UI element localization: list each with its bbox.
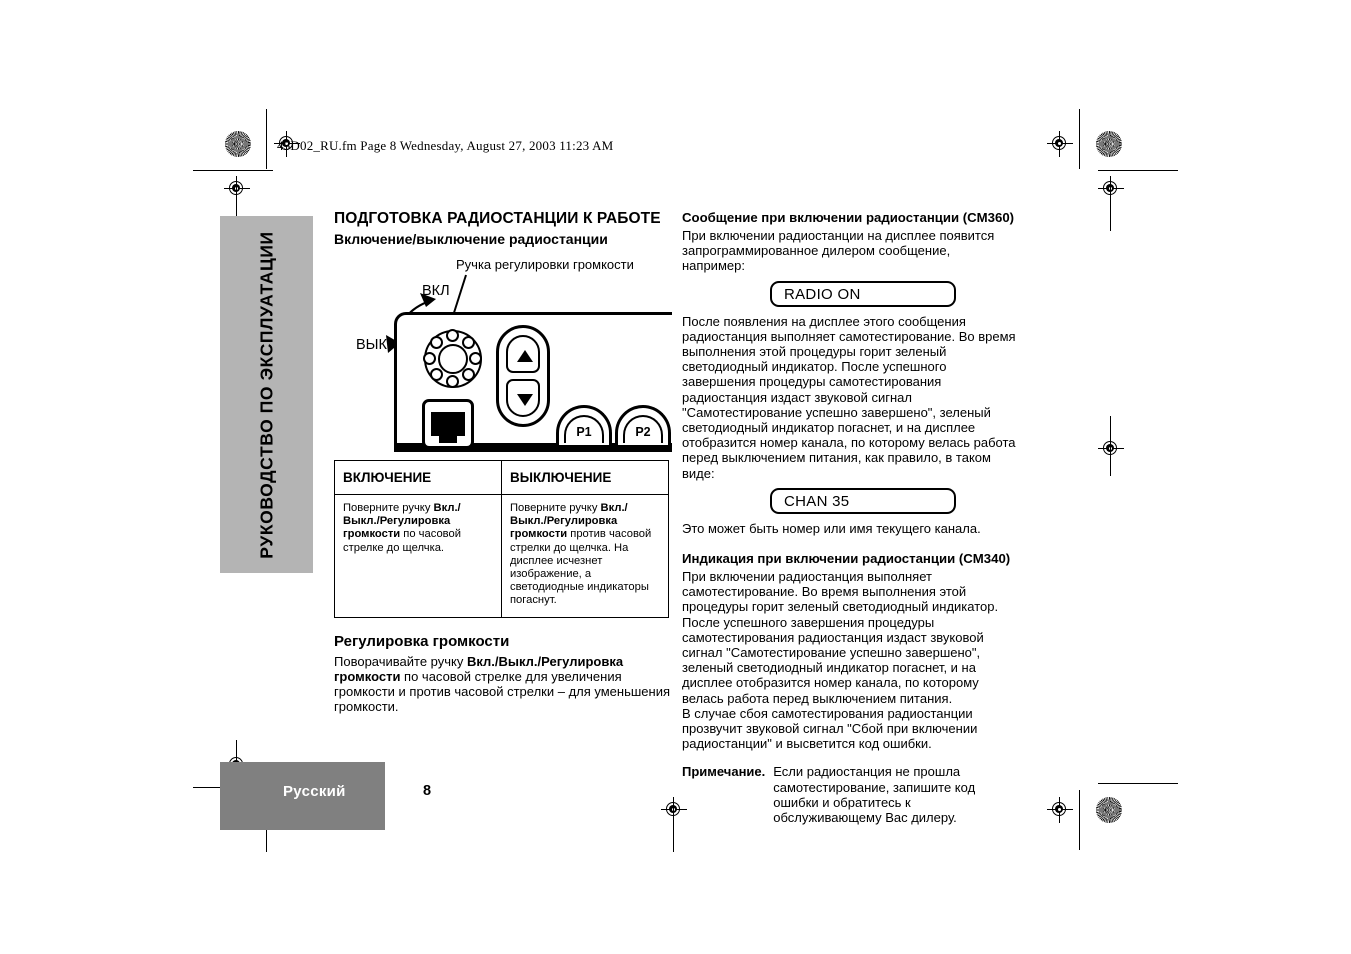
registration-mark-top-right-inner xyxy=(1047,131,1073,157)
cell-on-pre: Поверните ручку xyxy=(343,502,434,514)
halftone-dot-bottom-right xyxy=(1096,797,1122,823)
side-tab: РУКОВОДСТВО ПО ЭКСПЛУАТАЦИИ xyxy=(220,216,313,573)
table-cell-off: Поверните ручку Вкл./Выкл./Регулировка г… xyxy=(501,494,669,618)
power-on-label: ВКЛ xyxy=(422,283,450,299)
channel-arrow-pad xyxy=(496,325,550,427)
registration-mark-bottom-right xyxy=(1047,797,1073,823)
crop-line-bottom-right-vertical xyxy=(1079,790,1080,850)
table-row: Поверните ручку Вкл./Выкл./Регулировка г… xyxy=(334,494,669,618)
subsection-title: Включение/выключение радиостанции xyxy=(334,231,608,247)
volume-section-heading: Регулировка громкости xyxy=(334,632,510,650)
table-header-off: ВЫКЛЮЧЕНИЕ xyxy=(501,460,669,495)
halftone-dot-top-left xyxy=(225,131,251,157)
note-label: Примечание. xyxy=(682,764,766,780)
microphone-jack-icon xyxy=(422,399,474,449)
registration-mark-right-upper xyxy=(1098,176,1124,202)
cm340-heading: Индикация при включении радиостанции (CM… xyxy=(682,551,1011,567)
lcd-display-channel: CHAN 35 xyxy=(770,487,956,514)
volume-pre: Поворачивайте ручку xyxy=(334,653,467,669)
registration-mark-right-lower xyxy=(1098,436,1124,462)
crop-line-right-horizontal xyxy=(1098,170,1178,171)
table-header-on: ВКЛЮЧЕНИЕ xyxy=(334,460,502,495)
crop-line-top-left-vertical xyxy=(266,109,267,169)
triangle-down-icon xyxy=(506,379,540,417)
filename-header: 45D02_RU.fm Page 8 Wednesday, August 27,… xyxy=(277,138,614,153)
cm340-body: При включении радиостанция выполняет сам… xyxy=(682,569,999,706)
volume-knob-callout-label: Ручка регулировки громкости xyxy=(456,257,634,272)
right-column: Сообщение при включении радиостанции (CM… xyxy=(682,210,1016,825)
crop-line-top-right-vertical xyxy=(1079,109,1080,169)
left-column: ПОДГОТОВКА РАДИОСТАНЦИИ К РАБОТЕ Включен… xyxy=(334,210,672,714)
crop-line-bottom-right-horizontal xyxy=(1098,783,1178,784)
power-off-label: ВЫК xyxy=(356,337,387,353)
crop-line-right-upper-vertical xyxy=(1110,176,1111,231)
registration-mark-left-upper xyxy=(224,176,250,202)
power-on-off-table: ВКЛЮЧЕНИЕ ВЫКЛЮЧЕНИЕ Поверните ручку Вкл… xyxy=(334,460,669,618)
crop-line-right-lower-vertical xyxy=(1110,416,1111,476)
cm360-intro: При включении радиостанции на дисплее по… xyxy=(682,228,995,274)
cm360-body: После появления на дисплее этого сообщен… xyxy=(682,313,1016,481)
cm360-after: Это может быть номер или имя текущего ка… xyxy=(682,520,981,536)
side-tab-label: РУКОВОДСТВО ПО ЭКСПЛУАТАЦИИ xyxy=(256,230,276,559)
footer-language-label: Русский xyxy=(283,783,346,800)
rotary-knob-icon xyxy=(423,329,482,388)
triangle-up-icon xyxy=(506,335,540,373)
table-cell-on: Поверните ручку Вкл./Выкл./Регулировка г… xyxy=(334,494,502,618)
p1-button-label: P1 xyxy=(564,415,604,443)
note-block: Примечание. Если радиостанция не прошла … xyxy=(682,764,1016,825)
crop-line-left-horizontal xyxy=(193,170,273,171)
volume-section-body: Поворачивайте ручку Вкл./Выкл./Регулиров… xyxy=(334,654,672,715)
cm360-heading: Сообщение при включении радиостанции (CM… xyxy=(682,210,1015,225)
cell-off-pre: Поверните ручку xyxy=(510,502,601,514)
crop-line-bottom-center-vertical xyxy=(673,797,674,852)
p2-button-label: P2 xyxy=(623,415,663,443)
page-title: ПОДГОТОВКА РАДИОСТАНЦИИ К РАБОТЕ xyxy=(334,210,661,227)
radio-front-panel-figure: Ручка регулировки громкости ВКЛ ВЫК P1 P… xyxy=(334,257,672,452)
halftone-dot-top-right xyxy=(1096,131,1122,157)
table-header-row: ВКЛЮЧЕНИЕ ВЫКЛЮЧЕНИЕ xyxy=(334,460,669,495)
page-number: 8 xyxy=(423,783,432,799)
note-body: Если радиостанция не прошла самотестиров… xyxy=(773,764,976,826)
lcd-display-radio-on: RADIO ON xyxy=(770,280,956,307)
cm340-body2: В случае сбоя самотестирования радиостан… xyxy=(682,705,978,752)
